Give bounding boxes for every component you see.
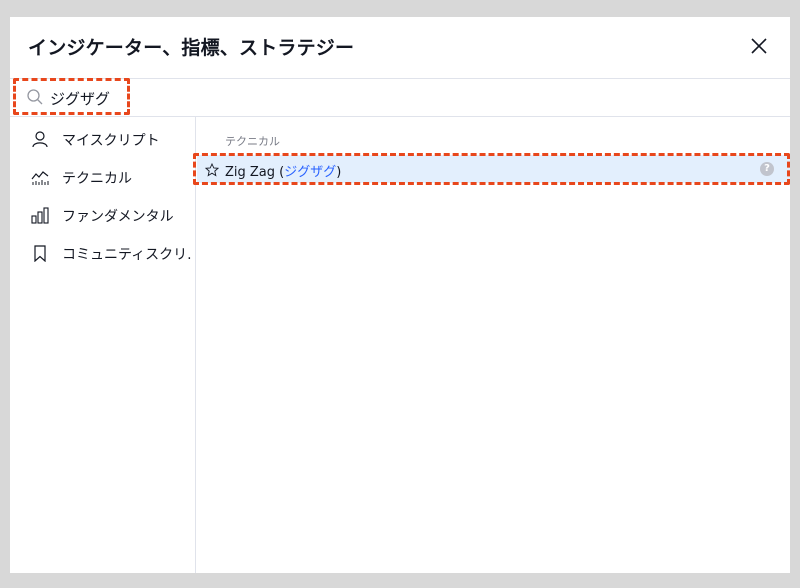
result-alias: ジグザグ	[284, 165, 337, 180]
sidebar-item-community-scripts[interactable]: コミュニティスクリ...	[10, 235, 196, 271]
dialog-header: インジケーター、指標、ストラテジー	[10, 17, 790, 79]
results-panel: テクニカル Zig Zag (ジグザグ) ?	[197, 117, 790, 573]
bar-chart-icon	[30, 206, 50, 224]
search-icon	[26, 88, 44, 106]
sidebar-item-label: マイスクリプト	[62, 133, 160, 149]
star-icon[interactable]	[204, 162, 220, 177]
sidebar-item-fundamental[interactable]: ファンダメンタル	[10, 197, 196, 233]
indicators-dialog: インジケーター、指標、ストラテジー マイスクリプト	[10, 17, 790, 573]
result-name: Zig Zag (	[225, 165, 285, 180]
category-sidebar: マイスクリプト テクニカル ファンダメンタル コミュニティスクリ...	[10, 117, 196, 573]
user-icon	[30, 130, 50, 148]
close-icon[interactable]	[746, 33, 772, 59]
sidebar-item-label: テクニカル	[62, 171, 132, 187]
search-row	[10, 79, 790, 117]
info-icon[interactable]: ?	[760, 162, 774, 176]
section-title: テクニカル	[225, 135, 280, 148]
search-input[interactable]	[50, 83, 350, 113]
result-suffix: )	[336, 165, 342, 180]
bookmark-icon	[30, 244, 50, 263]
sidebar-item-technical[interactable]: テクニカル	[10, 159, 196, 195]
dialog-title: インジケーター、指標、ストラテジー	[28, 37, 355, 59]
technical-chart-icon	[30, 168, 50, 186]
result-row-zigzag[interactable]: Zig Zag (ジグザグ) ?	[197, 155, 790, 183]
sidebar-item-label: ファンダメンタル	[62, 209, 174, 225]
result-label: Zig Zag (ジグザグ)	[225, 161, 341, 180]
sidebar-item-label: コミュニティスクリ...	[62, 247, 192, 263]
sidebar-item-my-scripts[interactable]: マイスクリプト	[10, 121, 196, 157]
